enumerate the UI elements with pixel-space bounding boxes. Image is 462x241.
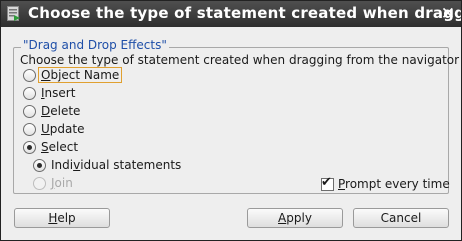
group-title: "Drag and Drop Effects" (21, 38, 169, 52)
radio-delete[interactable]: Delete (23, 102, 80, 120)
radio-indicator[interactable] (23, 68, 36, 82)
radio-label: Individual statements (51, 158, 182, 172)
apply-button[interactable]: Apply (247, 208, 343, 228)
window-title: Choose the type of statement created whe… (28, 4, 461, 22)
radio-indicator[interactable] (33, 176, 46, 190)
radio-update[interactable]: Update (23, 120, 84, 138)
radio-indicator[interactable] (23, 140, 36, 154)
radio-label: Select (41, 140, 79, 154)
app-icon (7, 6, 20, 21)
dialog-window: Choose the type of statement created whe… (0, 0, 462, 241)
radio-indicator[interactable] (33, 158, 46, 172)
radio-label: Object Name (38, 67, 123, 83)
radio-label: Update (41, 122, 85, 136)
title-bar[interactable]: Choose the type of statement created whe… (1, 1, 461, 27)
checkbox-indicator[interactable]: ✔ (321, 174, 334, 191)
radio-join[interactable]: Join (33, 174, 73, 192)
radio-indicator[interactable] (23, 86, 36, 100)
close-icon[interactable]: ✕ (441, 4, 455, 24)
radio-insert[interactable]: Insert (23, 84, 75, 102)
radio-indicator[interactable] (23, 104, 36, 118)
radio-individual-statements[interactable]: Individual statements (33, 156, 181, 174)
check-icon: ✔ (321, 174, 332, 190)
radio-indicator[interactable] (23, 122, 36, 136)
checkbox-label: Prompt every time (338, 177, 450, 191)
group-description: Choose the type of statement created whe… (20, 53, 460, 67)
radio-label: Join (51, 176, 73, 190)
radio-object-name[interactable]: Object Name (23, 66, 123, 84)
prompt-every-time-checkbox[interactable]: ✔ Prompt every time (321, 175, 450, 193)
radio-select[interactable]: Select (23, 138, 78, 156)
radio-label: Insert (41, 86, 76, 100)
help-button[interactable]: Help (14, 208, 110, 228)
cancel-button[interactable]: Cancel (353, 208, 449, 228)
radio-label: Delete (41, 104, 81, 118)
